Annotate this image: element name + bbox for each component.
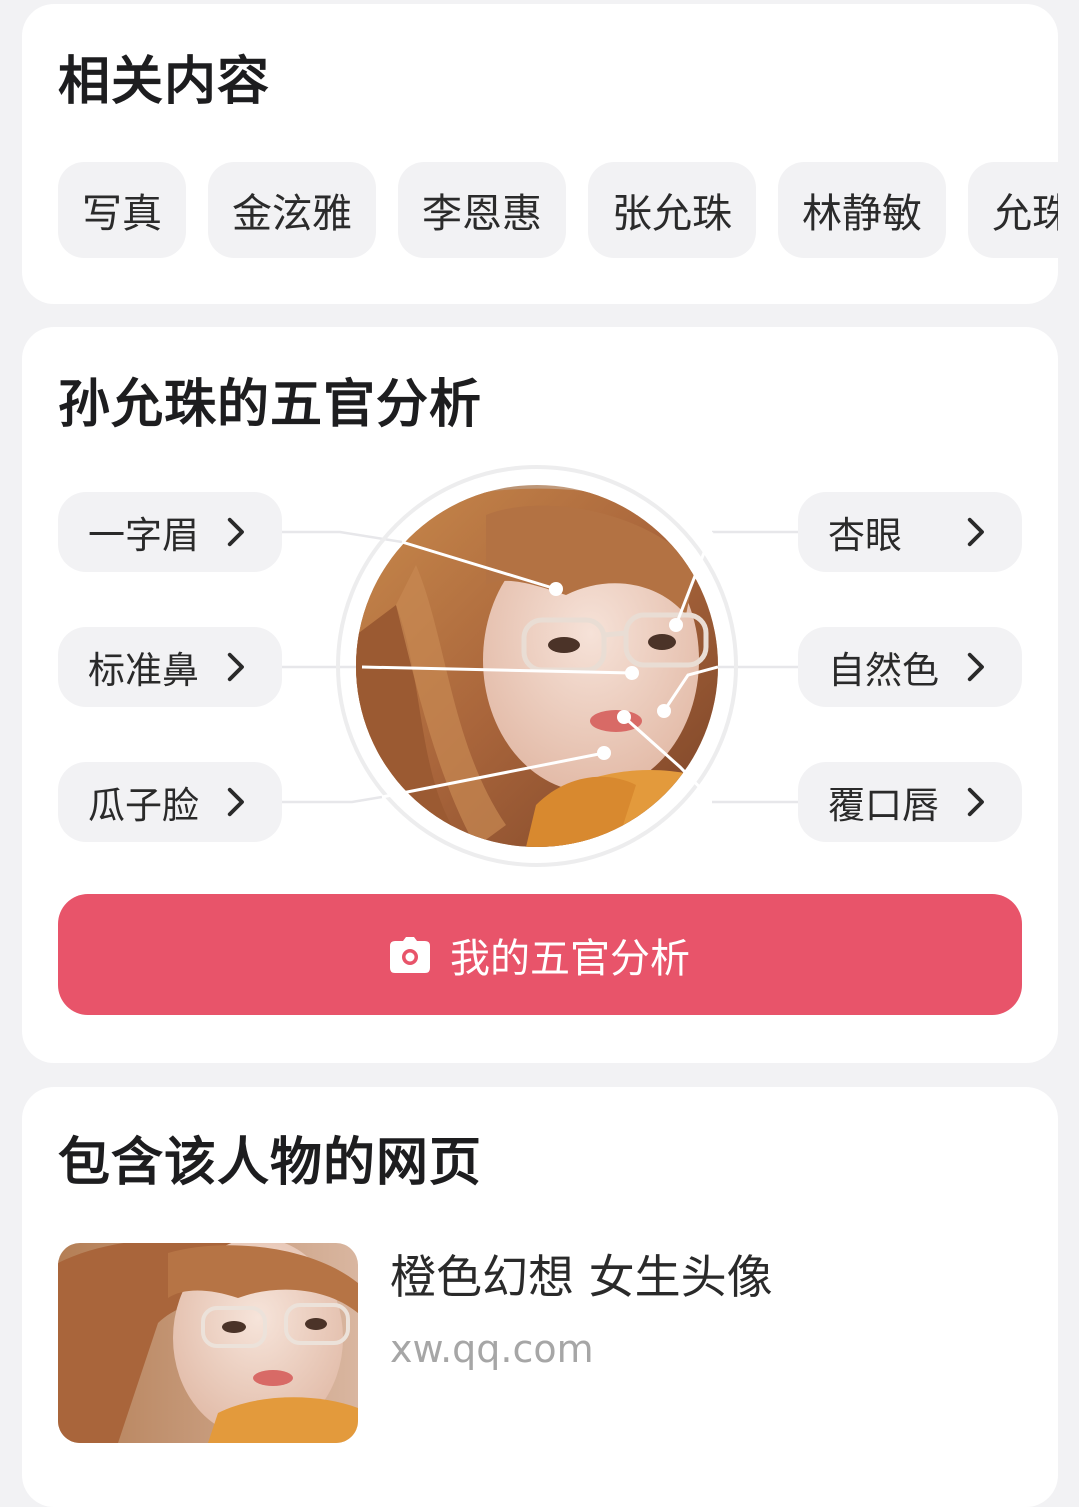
feature-label: 瓜子脸 xyxy=(88,784,199,827)
feature-eyebrow-button[interactable]: 一字眉 xyxy=(58,492,282,572)
related-tag[interactable]: 林静敏 xyxy=(778,162,946,258)
chevron-right-icon xyxy=(967,517,984,547)
camera-icon xyxy=(390,936,430,973)
related-content-card: 相关内容 写真 金泫雅 李恩惠 张允珠 林静敏 允珠 xyxy=(22,4,1058,304)
related-tag[interactable]: 金泫雅 xyxy=(208,162,376,258)
feature-analysis-title: 孙允珠的五官分析 xyxy=(58,375,483,435)
feature-nose-button[interactable]: 标准鼻 xyxy=(58,627,282,707)
page-thumbnail[interactable] xyxy=(58,1243,358,1443)
related-pages-card: 包含该人物的网页 橙色幻想 女生头像 xw.qq.com xyxy=(22,1087,1058,1507)
feature-face-shape-button[interactable]: 瓜子脸 xyxy=(58,762,282,842)
chevron-right-icon xyxy=(227,517,244,547)
chevron-right-icon xyxy=(227,787,244,817)
feature-skin-tone-button[interactable]: 自然色 xyxy=(798,627,1022,707)
related-tag[interactable]: 写真 xyxy=(58,162,186,258)
page-title-link[interactable]: 橙色幻想 女生头像 xyxy=(390,1241,773,1307)
related-tag[interactable]: 李恩惠 xyxy=(398,162,566,258)
chevron-right-icon xyxy=(967,787,984,817)
portrait-photo[interactable] xyxy=(356,485,718,847)
related-tag[interactable]: 允珠 xyxy=(968,162,1058,258)
feature-label: 覆口唇 xyxy=(828,784,939,827)
chevron-right-icon xyxy=(227,652,244,682)
chevron-right-icon xyxy=(967,652,984,682)
related-tag-list: 写真 金泫雅 李恩惠 张允珠 林静敏 允珠 xyxy=(58,162,1058,258)
page-domain: xw.qq.com xyxy=(390,1327,594,1371)
related-pages-title: 包含该人物的网页 xyxy=(58,1133,483,1193)
feature-label: 自然色 xyxy=(828,649,939,692)
feature-label: 一字眉 xyxy=(88,514,199,557)
feature-eyes-button[interactable]: 杏眼 xyxy=(798,492,1022,572)
my-feature-analysis-label: 我的五官分析 xyxy=(450,935,690,982)
related-tag[interactable]: 张允珠 xyxy=(588,162,756,258)
feature-analysis-card: 孙允珠的五官分析 一字眉 标准鼻 瓜子脸 杏眼 自然色 覆口唇 我的五官分析 xyxy=(22,327,1058,1063)
feature-label: 杏眼 xyxy=(828,514,902,557)
my-feature-analysis-button[interactable]: 我的五官分析 xyxy=(58,894,1022,1015)
feature-lips-button[interactable]: 覆口唇 xyxy=(798,762,1022,842)
feature-label: 标准鼻 xyxy=(88,649,199,692)
related-content-title: 相关内容 xyxy=(58,52,271,112)
